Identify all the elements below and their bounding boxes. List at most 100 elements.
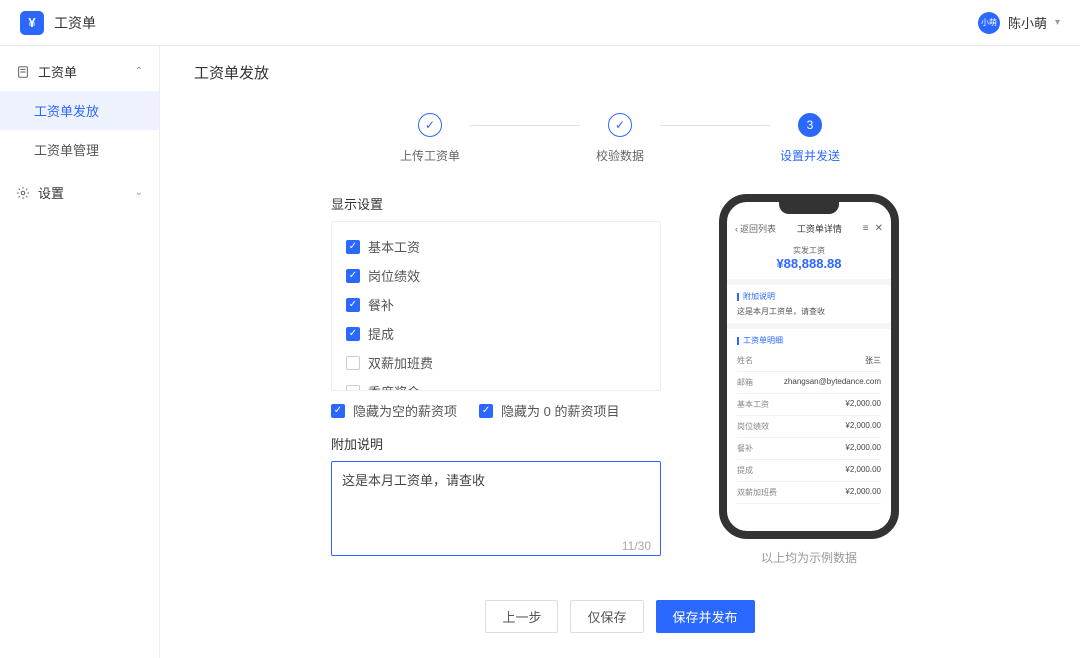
preview-detail-title: 工资单明细	[737, 335, 881, 346]
phone-notch	[779, 202, 839, 214]
preview-note-text: 这是本月工资单，请查收	[737, 306, 881, 317]
checkbox[interactable]	[346, 385, 360, 392]
field-checkbox-row[interactable]: 双薪加班费	[346, 348, 646, 377]
sidebar-group-payroll[interactable]: 工资单 ⌃	[0, 52, 159, 91]
checkbox-label: 提成	[368, 324, 394, 343]
preview-row-key: 双薪加班费	[737, 487, 777, 498]
preview-row: 基本工资 ¥2,000.00	[737, 394, 881, 416]
preview-row-key: 邮箱	[737, 377, 753, 388]
preview-header: ‹返回列表 工资单详情 ≡ ✕	[727, 218, 891, 239]
sidebar: 工资单 ⌃ 工资单发放 工资单管理 设置 ⌄	[0, 46, 160, 658]
page-title: 工资单发放	[194, 62, 1046, 83]
step-number: 3	[798, 113, 822, 137]
field-checkbox-row[interactable]: 餐补	[346, 290, 646, 319]
preview-row-key: 提成	[737, 465, 753, 476]
preview-back-label: 返回列表	[740, 222, 776, 235]
preview-title: 工资单详情	[797, 222, 842, 235]
sidebar-item-payroll-send[interactable]: 工资单发放	[0, 91, 159, 130]
preview-row-key: 基本工资	[737, 399, 769, 410]
checkbox-label: 隐藏为空的薪资项	[353, 401, 457, 420]
chevron-down-icon: ⌄	[135, 187, 143, 198]
checkbox[interactable]	[331, 404, 345, 418]
hide-empty-checkbox[interactable]: 隐藏为空的薪资项	[331, 401, 457, 420]
preview-row-val: ¥2,000.00	[845, 487, 881, 498]
checkbox[interactable]	[479, 404, 493, 418]
phone-preview: ‹返回列表 工资单详情 ≡ ✕ 实发工资 ¥88,888.88 附加说明 这是本月…	[719, 194, 899, 539]
preview-row: 姓名 张三	[737, 350, 881, 372]
step-label: 上传工资单	[400, 147, 460, 164]
preview-row: 提成 ¥2,000.00	[737, 460, 881, 482]
menu-icon: ≡	[863, 223, 869, 234]
checkbox-label: 基本工资	[368, 237, 420, 256]
step-upload: ✓ 上传工资单	[390, 113, 470, 164]
note-label: 附加说明	[331, 434, 661, 453]
preview-row: 岗位绩效 ¥2,000.00	[737, 416, 881, 438]
checkbox[interactable]	[346, 298, 360, 312]
checkbox[interactable]	[346, 269, 360, 283]
step-configure: 3 设置并发送	[770, 113, 850, 164]
username: 陈小萌	[1008, 13, 1047, 32]
display-fields-list[interactable]: 基本工资 岗位绩效 餐补 提成 双薪加班费 季度奖金 养老保险个人部分	[331, 221, 661, 391]
preview-row-key: 餐补	[737, 443, 753, 454]
field-checkbox-row[interactable]: 基本工资	[346, 232, 646, 261]
preview-row-val: ¥2,000.00	[845, 443, 881, 454]
preview-row-val: ¥2,000.00	[845, 465, 881, 476]
step-verify: ✓ 校验数据	[580, 113, 660, 164]
app-logo: ¥	[20, 11, 44, 35]
hide-zero-checkbox[interactable]: 隐藏为 0 的薪资项目	[479, 401, 619, 420]
sidebar-group-settings[interactable]: 设置 ⌄	[0, 173, 159, 212]
preview-row-val: ¥2,000.00	[845, 421, 881, 432]
sidebar-group-label: 设置	[38, 183, 64, 202]
checkbox-label: 隐藏为 0 的薪资项目	[501, 401, 619, 420]
footer-buttons: 上一步 仅保存 保存并发布	[194, 600, 1046, 633]
checkbox[interactable]	[346, 240, 360, 254]
step-label: 设置并发送	[780, 147, 840, 164]
field-checkbox-row[interactable]: 提成	[346, 319, 646, 348]
char-counter: 11/30	[622, 539, 651, 553]
document-icon	[16, 65, 30, 79]
preview-amount-label: 实发工资	[727, 245, 891, 256]
preview-row-key: 姓名	[737, 355, 753, 366]
checkbox-label: 餐补	[368, 295, 394, 314]
app-title: 工资单	[54, 13, 96, 33]
preview-hint: 以上均为示例数据	[761, 549, 857, 566]
field-checkbox-row[interactable]: 岗位绩效	[346, 261, 646, 290]
display-settings-label: 显示设置	[331, 194, 661, 213]
preview-row: 餐补 ¥2,000.00	[737, 438, 881, 460]
preview-row: 双薪加班费 ¥2,000.00	[737, 482, 881, 504]
save-publish-button[interactable]: 保存并发布	[656, 600, 755, 633]
step-check-icon: ✓	[418, 113, 442, 137]
step-label: 校验数据	[596, 147, 644, 164]
step-divider	[470, 125, 580, 126]
note-textarea[interactable]	[331, 461, 661, 556]
header-left: ¥ 工资单	[20, 11, 96, 35]
checkbox[interactable]	[346, 356, 360, 370]
field-checkbox-row[interactable]: 季度奖金	[346, 377, 646, 391]
save-only-button[interactable]: 仅保存	[570, 600, 643, 633]
preview-back: ‹返回列表	[735, 222, 776, 235]
checkbox-label: 岗位绩效	[368, 266, 420, 285]
sidebar-group-label: 工资单	[38, 62, 77, 81]
preview-row-val: zhangsan@bytedance.com	[784, 377, 881, 388]
prev-button[interactable]: 上一步	[485, 600, 558, 633]
user-menu[interactable]: 小萌 陈小萌 ▾	[978, 12, 1060, 34]
wizard-steps: ✓ 上传工资单 ✓ 校验数据 3 设置并发送	[194, 113, 1046, 164]
app-header: ¥ 工资单 小萌 陈小萌 ▾	[0, 0, 1080, 46]
preview-row-val: ¥2,000.00	[845, 399, 881, 410]
gear-icon	[16, 186, 30, 200]
step-divider	[660, 125, 770, 126]
preview-amount-value: ¥88,888.88	[727, 256, 891, 271]
step-check-icon: ✓	[608, 113, 632, 137]
checkbox-label: 季度奖金	[368, 382, 420, 391]
sidebar-item-payroll-manage[interactable]: 工资单管理	[0, 130, 159, 169]
checkbox[interactable]	[346, 327, 360, 341]
main-content: 工资单发放 ✓ 上传工资单 ✓ 校验数据 3 设置并发送 显示设置 基	[160, 46, 1080, 658]
checkbox-label: 双薪加班费	[368, 353, 433, 372]
preview-row-val: 张三	[865, 355, 881, 366]
chevron-up-icon: ⌃	[135, 66, 143, 77]
close-icon: ✕	[875, 223, 883, 234]
preview-row-key: 岗位绩效	[737, 421, 769, 432]
preview-note-title: 附加说明	[737, 291, 881, 302]
avatar: 小萌	[978, 12, 1000, 34]
preview-row: 邮箱 zhangsan@bytedance.com	[737, 372, 881, 394]
